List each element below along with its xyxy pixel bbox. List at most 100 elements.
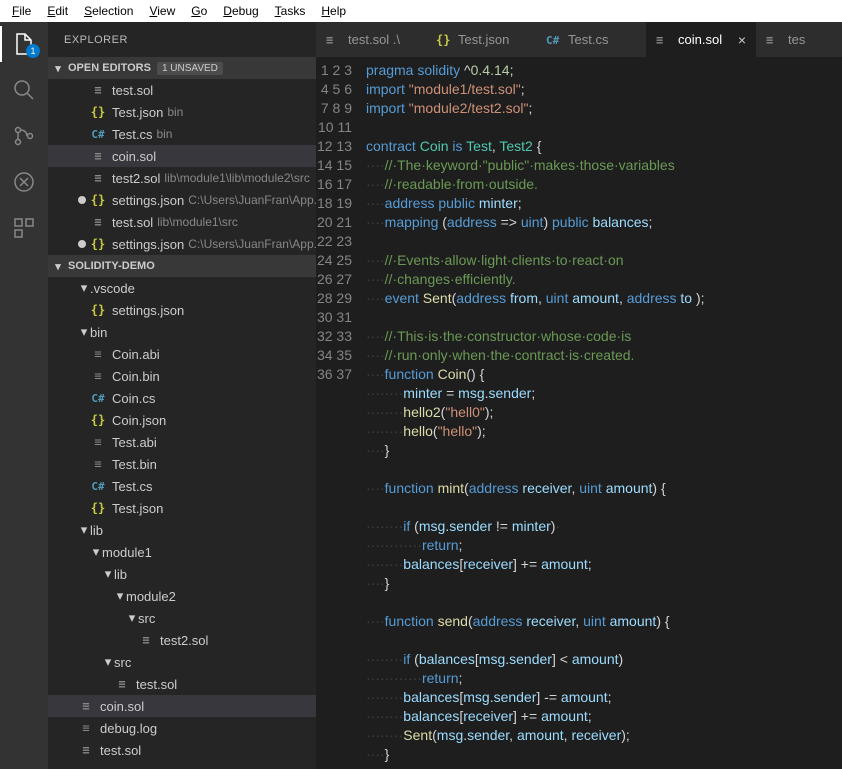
open-editor-item[interactable]: ≡test.sollib\module1\src — [48, 211, 316, 233]
label: .vscode — [90, 281, 135, 296]
chevron-down-icon: ▾ — [114, 588, 126, 604]
folder-item[interactable]: ▾bin — [48, 321, 316, 343]
cs-icon: C# — [90, 390, 106, 406]
label: test2.sol — [160, 633, 208, 648]
file-name: coin.sol — [112, 149, 156, 164]
tab-label: Test.json — [458, 32, 509, 47]
code-lines[interactable]: pragma solidity ^0.4.14; import "module1… — [366, 57, 842, 769]
chevron-down-icon: ▾ — [52, 260, 64, 273]
file-item[interactable]: ≡Test.abi — [48, 431, 316, 453]
label: src — [138, 611, 155, 626]
label: lib — [90, 523, 103, 538]
extensions-icon[interactable] — [12, 216, 36, 240]
scm-icon[interactable] — [12, 124, 36, 148]
menu-tasks[interactable]: Tasks — [267, 2, 314, 20]
file-name: test.sol — [112, 215, 153, 230]
label: Coin.abi — [112, 347, 160, 362]
label: test.sol — [100, 743, 141, 758]
label: src — [114, 655, 131, 670]
explorer-icon[interactable]: 1 — [12, 32, 36, 56]
project-label: SOLIDITY-DEMO — [68, 260, 155, 272]
sol-icon: ≡ — [90, 170, 106, 186]
menu-help[interactable]: Help — [313, 2, 354, 20]
file-item[interactable]: C#Coin.cs — [48, 387, 316, 409]
folder-item[interactable]: ▾lib — [48, 519, 316, 541]
sol-icon: ≡ — [656, 32, 672, 47]
close-icon[interactable]: × — [738, 32, 746, 48]
file-name: Test.cs — [112, 127, 152, 142]
open-editors-list: ≡test.sol{}Test.jsonbinC#Test.csbin≡coin… — [48, 79, 316, 255]
file-item[interactable]: ≡ test.sol — [48, 739, 316, 761]
label: Test.bin — [112, 457, 157, 472]
sol-icon: ≡ — [326, 32, 342, 47]
file-item[interactable]: ≡coin.sol — [48, 695, 316, 717]
label: Test.json — [112, 501, 163, 516]
file-tree: ▾.vscode{}settings.json▾bin≡Coin.abi≡Coi… — [48, 277, 316, 769]
file-path: C:\Users\JuanFran\App... — [188, 193, 316, 207]
folder-item[interactable]: ▾src — [48, 651, 316, 673]
open-editor-item[interactable]: C# Test.cs bin — [48, 123, 316, 145]
folder-item[interactable]: ▾module1 — [48, 541, 316, 563]
unsaved-tag: 1 UNSAVED — [157, 62, 223, 75]
badge: 1 — [26, 44, 40, 58]
file-item[interactable]: ≡ Test.bin — [48, 453, 316, 475]
folder-item[interactable]: ▾.vscode — [48, 277, 316, 299]
file-icon: ≡ — [90, 368, 106, 384]
project-header[interactable]: ▾ SOLIDITY-DEMO — [48, 255, 316, 277]
file-icon: ≡ — [78, 720, 94, 736]
open-editor-item[interactable]: ≡coin.sol — [48, 145, 316, 167]
open-editor-item[interactable]: {}settings.jsonC:\Users\JuanFran\App... — [48, 233, 316, 255]
file-item[interactable]: {}Test.json — [48, 497, 316, 519]
cs-icon: C# — [90, 478, 106, 494]
sol-icon: ≡ — [78, 742, 94, 758]
folder-item[interactable]: ▾module2 — [48, 585, 316, 607]
file-item[interactable]: ≡test.sol — [48, 673, 316, 695]
dirty-indicator-icon — [78, 196, 86, 204]
search-icon[interactable] — [12, 78, 36, 102]
folder-item[interactable]: ▾src — [48, 607, 316, 629]
file-name: settings.json — [112, 237, 184, 252]
label: Test.abi — [112, 435, 157, 450]
editor-tab[interactable]: ≡coin.sol× — [646, 22, 756, 57]
code-editor[interactable]: 1 2 3 4 5 6 7 8 9 10 11 12 13 14 15 16 1… — [316, 57, 842, 769]
open-editor-item[interactable]: {}Test.jsonbin — [48, 101, 316, 123]
menu-edit[interactable]: Edit — [39, 2, 76, 20]
editor-tab[interactable]: ≡tes — [756, 22, 842, 57]
chevron-down-icon: ▾ — [78, 280, 90, 296]
open-editor-item[interactable]: {}settings.jsonC:\Users\JuanFran\App... — [48, 189, 316, 211]
editor-tab[interactable]: C#Test.cs — [536, 22, 646, 57]
json-icon: {} — [90, 104, 106, 120]
file-icon: ≡ — [90, 456, 106, 472]
menu-file[interactable]: File — [4, 2, 39, 20]
cs-icon: C# — [90, 126, 106, 142]
label: settings.json — [112, 303, 184, 318]
menu-selection[interactable]: Selection — [76, 2, 141, 20]
open-editor-item[interactable]: ≡test2.sollib\module1\lib\module2\src — [48, 167, 316, 189]
menu-go[interactable]: Go — [183, 2, 215, 20]
file-item[interactable]: {}settings.json — [48, 299, 316, 321]
debug-icon[interactable] — [12, 170, 36, 194]
tab-label: tes — [788, 32, 805, 47]
dirty-indicator-icon — [78, 240, 86, 248]
label: Test.cs — [112, 479, 152, 494]
file-item[interactable]: {}Coin.json — [48, 409, 316, 431]
file-path: bin — [156, 127, 172, 141]
label: coin.sol — [100, 699, 144, 714]
editor-tab[interactable]: ≡test.sol .\ — [316, 22, 426, 57]
menu-view[interactable]: View — [141, 2, 183, 20]
folder-item[interactable]: ▾lib — [48, 563, 316, 585]
chevron-down-icon: ▾ — [78, 324, 90, 340]
label: Coin.json — [112, 413, 166, 428]
label: test.sol — [136, 677, 177, 692]
open-editor-item[interactable]: ≡test.sol — [48, 79, 316, 101]
file-item[interactable]: ≡test2.sol — [48, 629, 316, 651]
file-item[interactable]: ≡Coin.abi — [48, 343, 316, 365]
menu-debug[interactable]: Debug — [215, 2, 266, 20]
open-editors-header[interactable]: ▾ OPEN EDITORS 1 UNSAVED — [48, 57, 316, 79]
file-item[interactable]: ≡debug.log — [48, 717, 316, 739]
line-numbers: 1 2 3 4 5 6 7 8 9 10 11 12 13 14 15 16 1… — [316, 57, 366, 769]
chevron-down-icon: ▾ — [78, 522, 90, 538]
file-item[interactable]: C# Test.cs — [48, 475, 316, 497]
file-item[interactable]: ≡Coin.bin — [48, 365, 316, 387]
editor-tab[interactable]: {}Test.json — [426, 22, 536, 57]
